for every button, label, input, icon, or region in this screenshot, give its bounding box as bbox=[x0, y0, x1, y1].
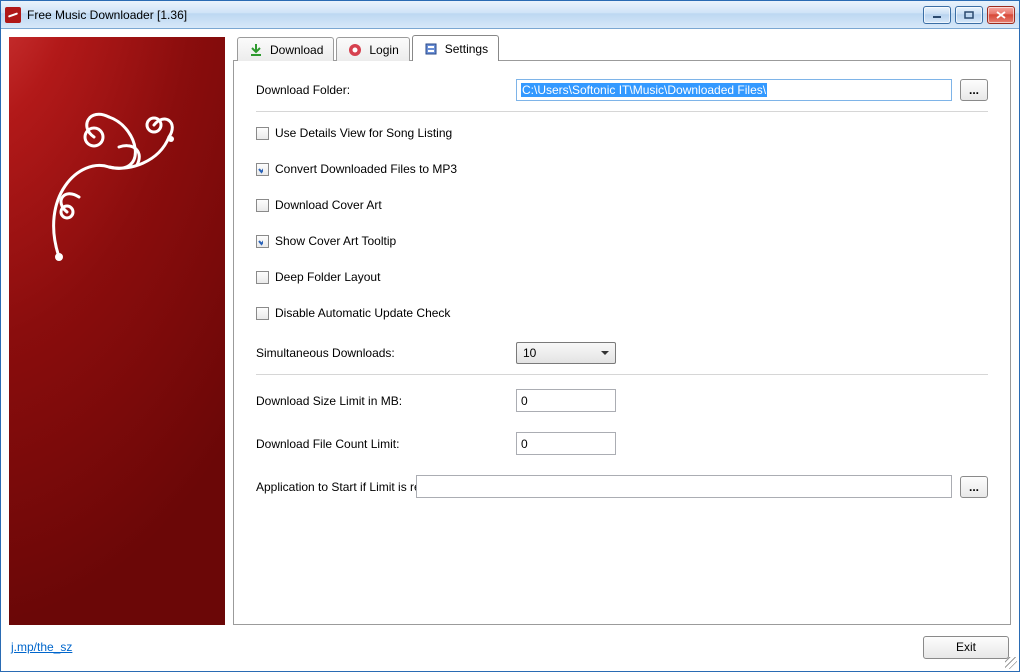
tab-login[interactable]: Login bbox=[336, 37, 409, 61]
download-icon bbox=[248, 42, 264, 58]
tab-settings-label: Settings bbox=[445, 42, 488, 56]
login-icon bbox=[347, 42, 363, 58]
close-button[interactable] bbox=[987, 6, 1015, 24]
resize-grip[interactable] bbox=[1005, 657, 1017, 669]
footer-link[interactable]: j.mp/the_sz bbox=[11, 640, 72, 654]
simultaneous-downloads-label: Simultaneous Downloads: bbox=[256, 346, 516, 360]
show-cover-tooltip-checkbox[interactable] bbox=[256, 235, 269, 248]
deep-folder-checkbox[interactable] bbox=[256, 271, 269, 284]
deep-folder-label: Deep Folder Layout bbox=[275, 270, 380, 284]
app-icon bbox=[5, 7, 21, 23]
download-cover-art-checkbox[interactable] bbox=[256, 199, 269, 212]
tab-login-label: Login bbox=[369, 43, 398, 57]
download-cover-art-label: Download Cover Art bbox=[275, 198, 382, 212]
bottom-bar: j.mp/the_sz Exit bbox=[9, 631, 1011, 663]
checkmark-icon bbox=[257, 164, 263, 175]
floral-swirl-icon bbox=[19, 77, 219, 297]
client-area: Download Login Settings bbox=[1, 29, 1019, 671]
size-limit-input[interactable] bbox=[516, 389, 616, 412]
exit-button-label: Exit bbox=[956, 640, 976, 654]
download-folder-label: Download Folder: bbox=[256, 83, 516, 97]
show-cover-tooltip-label: Show Cover Art Tooltip bbox=[275, 234, 396, 248]
tab-download-label: Download bbox=[270, 43, 323, 57]
maximize-icon bbox=[964, 11, 974, 19]
disable-update-checkbox[interactable] bbox=[256, 307, 269, 320]
tab-settings[interactable]: Settings bbox=[412, 35, 499, 61]
settings-icon bbox=[423, 41, 439, 57]
minimize-icon bbox=[932, 11, 942, 19]
count-limit-input[interactable] bbox=[516, 432, 616, 455]
simultaneous-downloads-value: 10 bbox=[523, 346, 536, 360]
tabstrip: Download Login Settings bbox=[233, 37, 1011, 61]
window-controls bbox=[923, 6, 1015, 24]
browse-app-button[interactable]: ... bbox=[960, 476, 988, 498]
download-folder-field[interactable]: C:\Users\Softonic IT\Music\Downloaded Fi… bbox=[516, 79, 952, 101]
count-limit-label: Download File Count Limit: bbox=[256, 437, 516, 451]
disable-update-label: Disable Automatic Update Check bbox=[275, 306, 450, 320]
app-window: Free Music Downloader [1.36] bbox=[0, 0, 1020, 672]
use-details-view-label: Use Details View for Song Listing bbox=[275, 126, 452, 140]
use-details-view-checkbox[interactable] bbox=[256, 127, 269, 140]
divider bbox=[256, 374, 988, 375]
convert-mp3-checkbox[interactable] bbox=[256, 163, 269, 176]
minimize-button[interactable] bbox=[923, 6, 951, 24]
divider bbox=[256, 111, 988, 112]
titlebar[interactable]: Free Music Downloader [1.36] bbox=[1, 1, 1019, 29]
size-limit-label: Download Size Limit in MB: bbox=[256, 394, 516, 408]
simultaneous-downloads-combo[interactable]: 10 bbox=[516, 342, 616, 364]
ellipsis-icon: ... bbox=[969, 83, 979, 97]
checkmark-icon bbox=[257, 236, 263, 247]
close-icon bbox=[996, 11, 1006, 19]
maximize-button[interactable] bbox=[955, 6, 983, 24]
exit-button[interactable]: Exit bbox=[923, 636, 1009, 659]
browse-folder-button[interactable]: ... bbox=[960, 79, 988, 101]
app-limit-input[interactable] bbox=[416, 475, 952, 498]
download-folder-value: C:\Users\Softonic IT\Music\Downloaded Fi… bbox=[521, 83, 767, 97]
convert-mp3-label: Convert Downloaded Files to MP3 bbox=[275, 162, 457, 176]
tab-download[interactable]: Download bbox=[237, 37, 334, 61]
tab-area: Download Login Settings bbox=[233, 37, 1011, 625]
settings-panel: Download Folder: C:\Users\Softonic IT\Mu… bbox=[233, 60, 1011, 625]
window-title: Free Music Downloader [1.36] bbox=[27, 8, 187, 22]
sidebar-decoration bbox=[9, 37, 225, 625]
ellipsis-icon: ... bbox=[969, 480, 979, 494]
